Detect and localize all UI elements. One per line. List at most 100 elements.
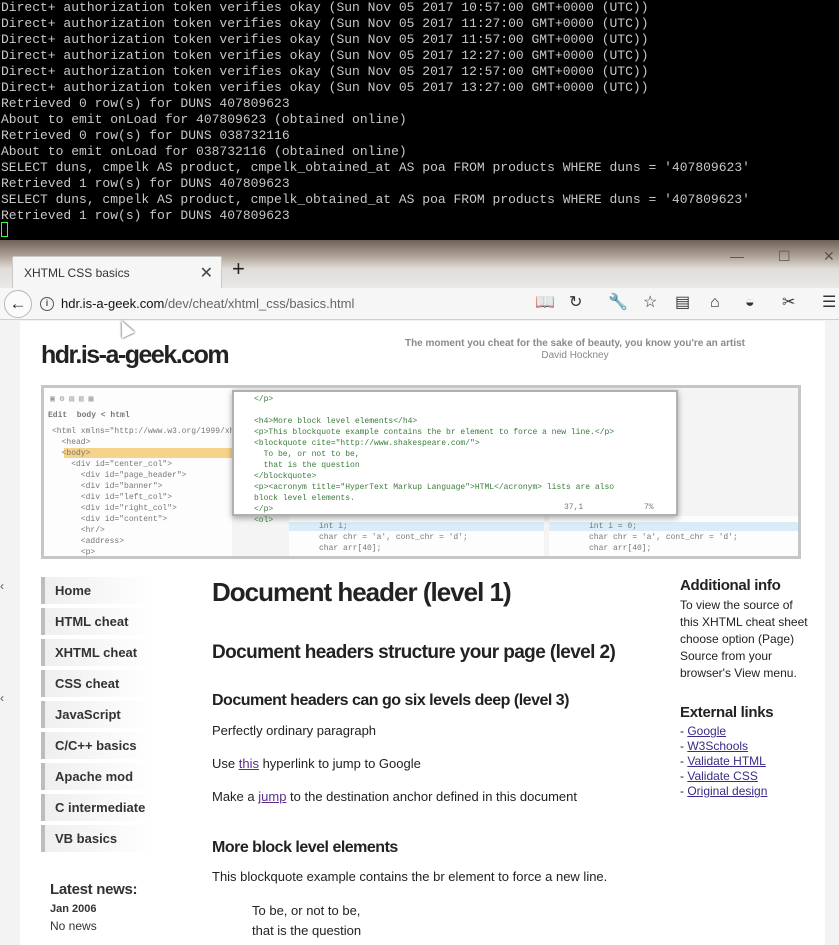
external-link-item: - Validate CSS <box>680 769 758 783</box>
terminal-cursor <box>1 222 8 237</box>
minimize-icon[interactable]: — <box>730 248 744 264</box>
reload-icon[interactable]: ↻ <box>569 294 582 312</box>
external-links-list: - Google - W3Schools - Validate HTML - Vali… <box>680 724 810 799</box>
banner-text-line: char chr = 'a', cont_chr = 'd'; <box>319 533 468 542</box>
heading-level-1: Document header (level 1) <box>212 577 512 607</box>
sidebar-item-apache-mod[interactable]: Apache mod <box>41 763 166 790</box>
external-links-title: External links <box>680 704 774 721</box>
banner-text-line: char arr[40]; <box>319 544 382 553</box>
banner-image: ▣ ⚙ ▤ ▥ ▦ Edit body < html <html xmlns="… <box>41 385 801 559</box>
external-link-item: - Google <box>680 724 727 738</box>
banner-text-line: <p>This blockquote example contains the … <box>254 428 615 437</box>
external-link[interactable]: W3Schools <box>687 739 748 753</box>
this-link[interactable]: this <box>239 756 259 771</box>
terminal-line: Direct+ authorization token verifies oka… <box>1 0 649 15</box>
banner-text-line: <div id="content"> <box>52 515 168 524</box>
paragraph-anchor: Make a jump to the destination anchor de… <box>212 789 577 804</box>
window-close-icon[interactable]: ✕ <box>823 248 835 265</box>
banner-text-line: <div id="page_header"> <box>52 471 187 480</box>
sidebar-item-c-c-basics[interactable]: C/C++ basics <box>41 732 166 759</box>
tab-title: XHTML CSS basics <box>24 266 130 280</box>
banner-text-line: </p> <box>254 395 274 404</box>
terminal-output: Direct+ authorization token verifies oka… <box>0 0 839 224</box>
banner-left-tabs: Edit body < html <box>48 411 130 420</box>
banner-text-line: <blockquote cite="http://www.shakespeare… <box>254 439 480 448</box>
menu-icon[interactable]: ☰ <box>822 294 836 312</box>
external-link[interactable]: Validate HTML <box>687 754 765 768</box>
banner-text-line: <body> <box>52 449 91 458</box>
site-title[interactable]: hdr.is-a-geek.com <box>41 341 230 370</box>
banner-text-line: To be, or not to be, <box>254 450 360 459</box>
home-icon[interactable]: ⌂ <box>710 294 720 312</box>
url-path: /dev/cheat/xhtml_css/basics.html <box>164 296 355 311</box>
sidebar-item-xhtml-cheat[interactable]: XHTML cheat <box>41 639 166 666</box>
banner-text-line: block level elements. <box>254 494 355 503</box>
tab-xhtml-css-basics[interactable]: XHTML CSS basics ✕ <box>12 256 222 288</box>
browser-chrome: XHTML CSS basics ✕ + — ☐ ✕ ← i hdr.is-a-… <box>0 240 839 320</box>
reading-list-icon[interactable]: ▤ <box>675 294 690 312</box>
additional-info-title: Additional info <box>680 577 781 594</box>
banner-text-line: <div id="banner"> <box>52 482 163 491</box>
terminal-line: Direct+ authorization token verifies oka… <box>1 48 649 63</box>
screenshot-icon[interactable]: ✂ <box>782 294 795 312</box>
url-bar[interactable]: hdr.is-a-geek.com/dev/cheat/xhtml_css/ba… <box>61 296 354 311</box>
banner-text-line <box>254 405 614 416</box>
banner-tree: <html xmlns="http://www.w3.org/1999/xhtm… <box>52 426 254 559</box>
sidebar-item-css-cheat[interactable]: CSS cheat <box>41 670 166 697</box>
blockquote-line-1: To be, or not to be, <box>252 903 361 918</box>
heading-level-2: Document headers structure your page (le… <box>212 642 616 663</box>
maximize-icon[interactable]: ☐ <box>778 248 791 265</box>
pocket-icon[interactable]: ◒ <box>745 294 755 312</box>
edge-mark: ‹ <box>0 579 4 593</box>
banner-editor-text: </p> <h4>More block level elements</h4> <… <box>254 394 614 526</box>
close-icon[interactable]: ✕ <box>200 263 213 283</box>
banner-text-line: <address> <box>52 537 125 546</box>
banner-text-line: <p><acronym title="HyperText Markup Lang… <box>254 483 615 492</box>
banner-editor-status: 37,1 <box>564 503 584 512</box>
sidebar-item-home[interactable]: Home <box>41 577 166 604</box>
terminal-line: About to emit onLoad for 407809623 (obta… <box>1 112 407 127</box>
banner-toolbar: ▣ ⚙ ▤ ▥ ▦ <box>50 395 94 404</box>
banner-text-line: <div id="center_col"> <box>52 460 173 469</box>
right-column: Additional info To view the source of th… <box>680 577 810 799</box>
banner-text-line: <hr/> <box>52 526 105 535</box>
banner-text-line: </blockquote> <box>254 472 317 481</box>
new-tab-icon[interactable]: + <box>232 258 245 280</box>
terminal-line: Retrieved 0 row(s) for DUNS 407809623 <box>1 96 290 111</box>
navigation-bar: ← i hdr.is-a-geek.com/dev/cheat/xhtml_cs… <box>0 288 839 320</box>
terminal-line: Direct+ authorization token verifies oka… <box>1 16 649 31</box>
paragraph-text: Make a <box>212 789 259 804</box>
url-host: hdr.is-a-geek.com <box>61 296 165 311</box>
terminal-line: SELECT duns, cmpelk AS product, cmpelk_o… <box>1 160 750 175</box>
banner-text-line: <ol> <box>254 516 274 525</box>
heading-block-elements: More block level elements <box>212 839 398 856</box>
paragraph-hyperlink: Use this hyperlink to jump to Google <box>212 756 421 771</box>
sidebar-item-c-intermediate[interactable]: C intermediate <box>41 794 166 821</box>
banner-text-line: <div id="legal"> <box>52 558 254 559</box>
back-button[interactable]: ← <box>4 290 32 318</box>
banner-editor-percent: 7% <box>644 503 654 512</box>
terminal-window[interactable]: Direct+ authorization token verifies oka… <box>0 0 839 240</box>
external-link-item: - Validate HTML <box>680 754 766 768</box>
sidebar-item-html-cheat[interactable]: HTML cheat <box>41 608 166 635</box>
reader-view-icon[interactable]: 📖 <box>535 294 555 312</box>
bookmark-star-icon[interactable]: ☆ <box>643 294 657 312</box>
info-icon[interactable]: i <box>40 297 54 311</box>
heading-level-3: Document headers can go six levels deep … <box>212 692 569 709</box>
banner-text-line: <p> <box>52 548 96 557</box>
banner-text-line: <h4>More block level elements</h4> <box>254 417 418 426</box>
web-page[interactable]: hdr.is-a-geek.com The moment you cheat f… <box>0 321 839 945</box>
external-link[interactable]: Validate CSS <box>687 769 757 783</box>
external-link-item: - Original design <box>680 784 768 798</box>
jump-link[interactable]: jump <box>258 789 286 804</box>
tab-bar: XHTML CSS basics ✕ + — ☐ ✕ <box>0 240 839 288</box>
external-link[interactable]: Original design <box>687 784 767 798</box>
paragraph-text: hyperlink to jump to Google <box>258 756 421 771</box>
sidebar-item-javascript[interactable]: JavaScript <box>41 701 166 728</box>
wrench-icon[interactable]: 🔧 <box>608 294 628 312</box>
terminal-line: Retrieved 1 row(s) for DUNS 407809623 <box>1 208 290 223</box>
additional-info-text: To view the source of this XHTML cheat s… <box>680 598 808 680</box>
terminal-line: Retrieved 1 row(s) for DUNS 407809623 <box>1 176 290 191</box>
external-link[interactable]: Google <box>687 724 726 738</box>
sidebar-item-vb-basics[interactable]: VB basics <box>41 825 166 852</box>
